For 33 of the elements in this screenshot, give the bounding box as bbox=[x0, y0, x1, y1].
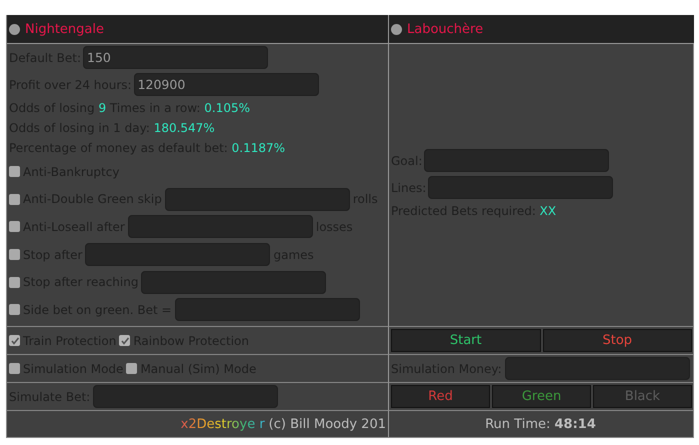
brand-text: x2Destroye r bbox=[180, 416, 265, 432]
copyright-text: (c) Bill Moody 201 bbox=[268, 416, 386, 432]
input-field[interactable] bbox=[174, 298, 360, 322]
bet-button[interactable]: Green bbox=[492, 385, 591, 408]
panel-title: Labouchère bbox=[407, 22, 484, 36]
input-field[interactable] bbox=[128, 215, 313, 238]
input-field[interactable]: 150 bbox=[83, 46, 268, 69]
input-field[interactable] bbox=[424, 149, 610, 172]
checkbox[interactable] bbox=[9, 249, 20, 260]
input-field[interactable] bbox=[93, 385, 278, 408]
input-field[interactable] bbox=[85, 243, 270, 266]
input-field[interactable] bbox=[141, 270, 326, 294]
panel-title: Nightengale bbox=[25, 22, 104, 36]
checkbox[interactable] bbox=[9, 166, 20, 178]
checkbox[interactable] bbox=[9, 363, 20, 374]
input-field[interactable] bbox=[164, 188, 350, 211]
run-time-text: Run Time: 48:14 bbox=[485, 416, 596, 432]
action-button[interactable]: Start bbox=[391, 329, 540, 352]
checkbox[interactable] bbox=[9, 335, 20, 346]
checkbox[interactable] bbox=[119, 335, 130, 346]
action-button[interactable]: Stop bbox=[542, 329, 692, 352]
checkbox[interactable] bbox=[9, 194, 20, 205]
input-field[interactable] bbox=[504, 357, 690, 380]
radio-button[interactable] bbox=[391, 24, 402, 34]
bet-button[interactable]: Red bbox=[391, 385, 490, 408]
checkbox[interactable] bbox=[9, 304, 20, 316]
bet-button[interactable]: Black bbox=[593, 385, 692, 408]
checkbox[interactable] bbox=[126, 363, 138, 374]
input-field[interactable] bbox=[428, 176, 614, 199]
checkbox[interactable] bbox=[9, 276, 20, 288]
radio-button[interactable] bbox=[9, 24, 20, 34]
checkbox[interactable] bbox=[9, 221, 20, 232]
input-field[interactable]: 120900 bbox=[134, 73, 319, 96]
